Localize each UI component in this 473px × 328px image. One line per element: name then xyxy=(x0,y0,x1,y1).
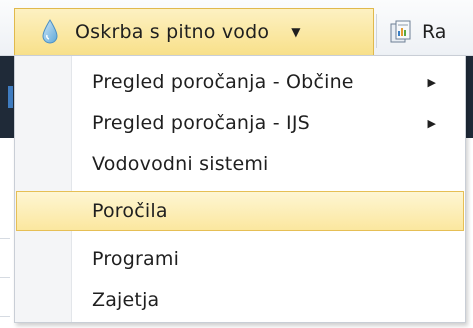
page-background-right xyxy=(466,56,473,138)
divider xyxy=(0,316,10,317)
chevron-right-icon: ▶ xyxy=(427,116,436,130)
page-accent xyxy=(8,86,13,108)
divider xyxy=(0,277,10,278)
menu-item-label: Vodovodni sistemi xyxy=(92,153,269,175)
menu-item-vodovodni-sistemi[interactable]: Vodovodni sistemi xyxy=(16,144,464,184)
menu-oskrba-s-pitno-vodo[interactable]: Oskrba s pitno vodo ▼ xyxy=(14,8,374,55)
report-document-icon xyxy=(386,17,416,47)
divider xyxy=(0,238,10,239)
menu-item-label: Poročila xyxy=(92,200,168,222)
menu-item-label: Zajetja xyxy=(92,289,160,311)
menu-item-porocila[interactable]: Poročila xyxy=(16,191,464,231)
water-drop-icon xyxy=(37,15,63,49)
menu-item-label: Programi xyxy=(92,248,180,270)
chevron-right-icon: ▶ xyxy=(427,75,436,89)
dropdown-menu: Pregled poročanja - Občine ▶ Pregled por… xyxy=(14,55,466,323)
menu-item-pregled-obcine[interactable]: Pregled poročanja - Občine ▶ xyxy=(16,62,464,102)
menu-reports[interactable]: Ra xyxy=(386,8,446,55)
menu-item-pregled-ijs[interactable]: Pregled poročanja - IJS ▶ xyxy=(16,103,464,143)
menu-item-label: Pregled poročanja - IJS xyxy=(92,112,310,134)
menu-item-label: Pregled poročanja - Občine xyxy=(92,71,354,93)
menu-item-zajetja[interactable]: Zajetja xyxy=(16,280,464,320)
menu-reports-label: Ra xyxy=(422,20,447,43)
menu-item-programi[interactable]: Programi xyxy=(16,239,464,279)
chevron-down-icon: ▼ xyxy=(291,25,301,39)
menu-oskrba-label: Oskrba s pitno vodo xyxy=(75,21,270,43)
menu-separator xyxy=(376,14,377,48)
top-menu-bar: Oskrba s pitno vodo ▼ Ra xyxy=(0,0,473,56)
page-background-left xyxy=(0,56,14,138)
